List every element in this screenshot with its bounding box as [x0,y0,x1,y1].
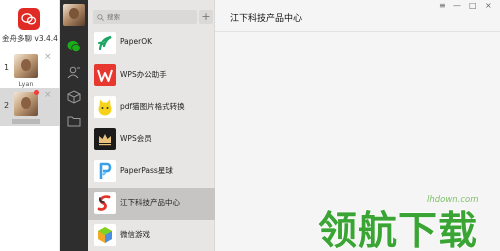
app-logo-icon [18,8,40,30]
chat-item-name: PaperPass星球 [120,166,173,175]
search-box[interactable] [93,10,197,24]
chat-item-name: PaperOK [120,37,153,46]
folder-icon[interactable] [66,113,82,129]
account-name [12,119,40,124]
user-avatar[interactable] [63,4,85,26]
close-button[interactable]: × [485,2,492,10]
paperpass-icon [94,160,116,182]
cube-icon[interactable] [66,89,82,105]
chat-item-name: pdf猫图片格式转换 [120,102,185,111]
close-account-button[interactable]: × [44,53,52,62]
chat-item-wps-assistant[interactable]: WPS办公助手 [88,60,215,92]
main-header: 江下科技产品中心 ≡ — □ × [215,0,500,32]
chat-item-wps-member[interactable]: WPS会员 [88,124,215,156]
menu-icon[interactable]: ≡ [439,2,446,10]
chat-item-name: WPS会员 [120,134,152,143]
unread-badge [34,90,39,95]
jiangxia-icon [94,192,116,214]
add-chat-button[interactable]: + [199,10,213,24]
paperok-icon [94,32,116,54]
chat-item-name: 江下科技产品中心 [120,198,180,207]
conversation-title: 江下科技产品中心 [230,14,303,24]
wps-member-icon [94,128,116,150]
account-row[interactable]: 1 × Lyan [0,50,60,89]
contacts-icon[interactable] [66,64,82,80]
wechat-nav-rail [60,0,88,251]
wps-icon [94,64,116,86]
chat-item-paperok[interactable]: PaperOK [88,28,215,60]
account-index: 2 [4,101,10,110]
account-index: 1 [4,63,10,72]
chat-item-name: 微信游戏 [120,230,150,239]
chat-item-jiangxia[interactable]: 江下科技产品中心 [88,188,215,220]
account-avatar [14,54,38,78]
account-avatar [14,92,38,116]
chat-item-name: WPS办公助手 [120,70,167,79]
chat-item-wechat-game[interactable]: 微信游戏 [88,220,215,251]
watermark-logo: 领航下载 [317,208,478,251]
close-account-button[interactable]: × [44,91,52,100]
chat-item-pdfcat[interactable]: pdf猫图片格式转换 [88,92,215,124]
wechat-game-icon [94,224,116,246]
search-icon [97,13,104,21]
maximize-button[interactable]: □ [469,2,477,10]
account-name: Lyan [18,80,34,88]
app-version-label: 金舟多聊 v3.4.4 [2,34,58,43]
svg-text:领航下载: 领航下载 [318,209,478,251]
chat-icon[interactable] [66,38,82,54]
pdfcat-icon [94,96,116,118]
minimize-button[interactable]: — [453,2,461,10]
search-input[interactable] [107,13,195,21]
chat-list: + PaperOK WPS办公助手 pdf猫图片格式转换 [88,0,215,251]
chat-item-paperpass[interactable]: PaperPass星球 [88,156,215,188]
account-row-selected[interactable]: 2 × [0,88,60,126]
multi-account-panel: 金舟多聊 v3.4.4 1 × Lyan 2 × [0,0,60,251]
